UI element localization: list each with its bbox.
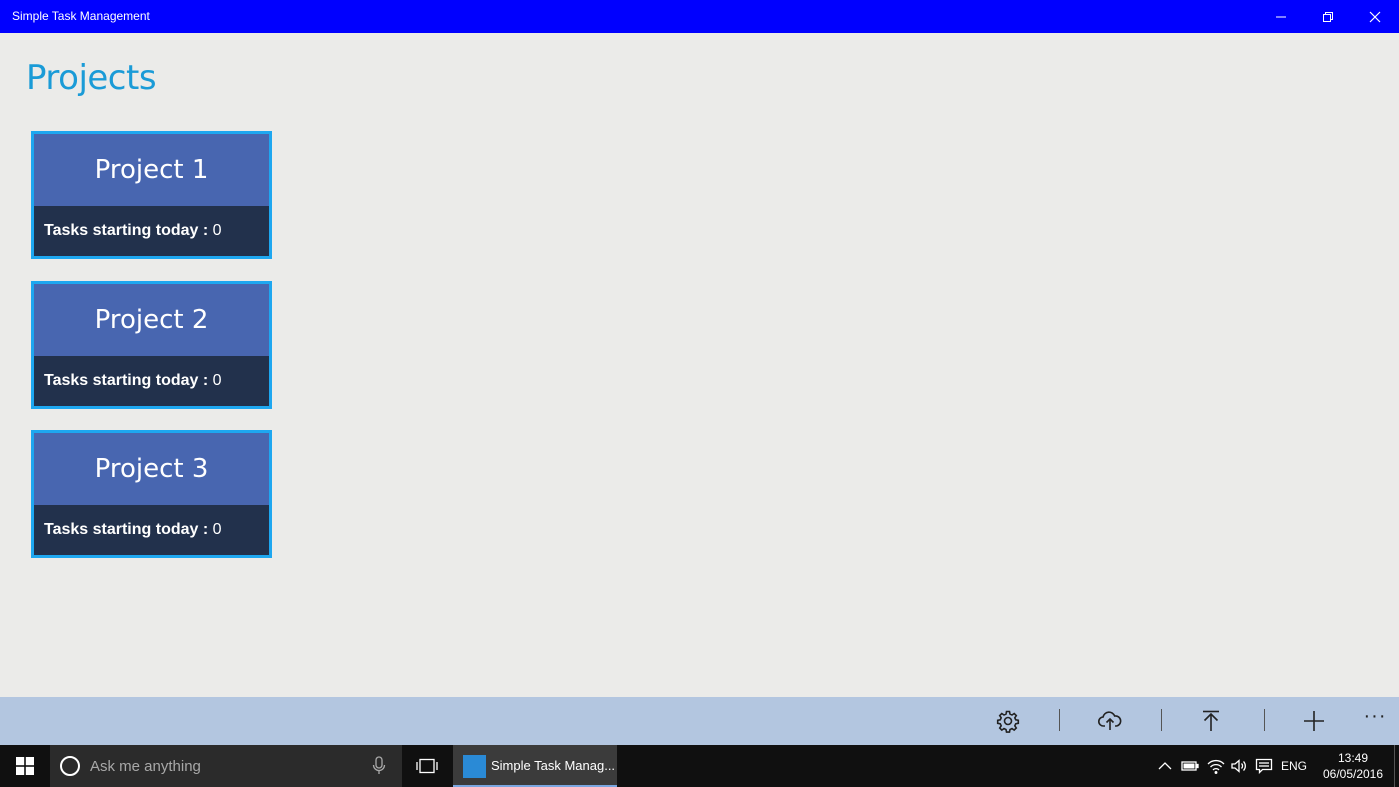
project-name: Project 1: [34, 134, 269, 206]
tasks-starting-today: Tasks starting today : 0: [44, 222, 222, 240]
tasks-label: Tasks starting today :: [44, 222, 209, 239]
taskbar: Ask me anything Simple Task Manag... ENG…: [0, 745, 1399, 787]
upload-icon: [1203, 710, 1219, 731]
windows-logo-icon: [16, 757, 34, 775]
separator: [1059, 709, 1060, 731]
close-button[interactable]: [1352, 0, 1398, 33]
volume-button[interactable]: [1228, 745, 1250, 787]
sync-button[interactable]: [1080, 697, 1140, 745]
tasks-starting-today: Tasks starting today : 0: [44, 521, 222, 539]
start-button[interactable]: [0, 745, 50, 787]
title-bar: Simple Task Management: [0, 0, 1399, 33]
app-icon: [463, 755, 486, 778]
close-icon: [1369, 11, 1381, 22]
wifi-icon: [1207, 759, 1225, 774]
gear-icon: [996, 710, 1020, 733]
battery-icon: [1181, 761, 1199, 771]
show-hidden-icons-button[interactable]: [1155, 745, 1175, 787]
search-placeholder: Ask me anything: [90, 758, 201, 775]
restore-button[interactable]: [1305, 0, 1351, 33]
tasks-label: Tasks starting today :: [44, 372, 209, 389]
show-desktop-button[interactable]: [1394, 745, 1395, 787]
separator: [1161, 709, 1162, 731]
more-button[interactable]: ···: [1360, 705, 1390, 735]
speaker-icon: [1231, 759, 1246, 773]
tasks-starting-today: Tasks starting today : 0: [44, 372, 222, 390]
tasks-count: 0: [212, 372, 222, 389]
upload-button[interactable]: [1181, 697, 1241, 745]
task-view-icon: [416, 758, 438, 774]
tasks-count: 0: [212, 521, 222, 538]
minimize-button[interactable]: [1258, 0, 1304, 33]
tasks-count: 0: [212, 222, 222, 239]
taskbar-app-simple-task-management[interactable]: Simple Task Manag...: [453, 745, 617, 787]
project-name: Project 3: [34, 433, 269, 505]
language-indicator[interactable]: ENG: [1281, 759, 1307, 773]
project-tile[interactable]: Project 2 Tasks starting today : 0: [31, 281, 272, 409]
settings-button[interactable]: [978, 697, 1038, 745]
search-box[interactable]: Ask me anything: [50, 745, 402, 787]
notifications-button[interactable]: [1253, 745, 1275, 787]
window-title: Simple Task Management: [12, 9, 150, 23]
clock[interactable]: 13:49 06/05/2016: [1318, 750, 1388, 782]
network-button[interactable]: [1205, 745, 1227, 787]
command-bar: ···: [0, 697, 1399, 745]
tasks-label: Tasks starting today :: [44, 521, 209, 538]
taskbar-app-label: Simple Task Manag...: [491, 758, 616, 773]
restore-icon: [1323, 11, 1333, 22]
minimize-icon: [1276, 16, 1286, 17]
task-view-button[interactable]: [406, 745, 448, 787]
add-icon: [1304, 711, 1324, 731]
battery-button[interactable]: [1179, 745, 1201, 787]
cloud-upload-icon: [1098, 711, 1122, 730]
chevron-up-icon: [1158, 762, 1172, 770]
project-name: Project 2: [34, 284, 269, 356]
page-title: Projects: [26, 58, 157, 98]
clock-date: 06/05/2016: [1322, 767, 1384, 781]
clock-time: 13:49: [1337, 751, 1369, 765]
cortana-icon: [60, 756, 80, 776]
action-center-icon: [1255, 758, 1273, 774]
project-tile[interactable]: Project 1 Tasks starting today : 0: [31, 131, 272, 259]
add-button[interactable]: [1284, 697, 1344, 745]
microphone-icon[interactable]: [370, 755, 388, 777]
separator: [1264, 709, 1265, 731]
project-tile[interactable]: Project 3 Tasks starting today : 0: [31, 430, 272, 558]
